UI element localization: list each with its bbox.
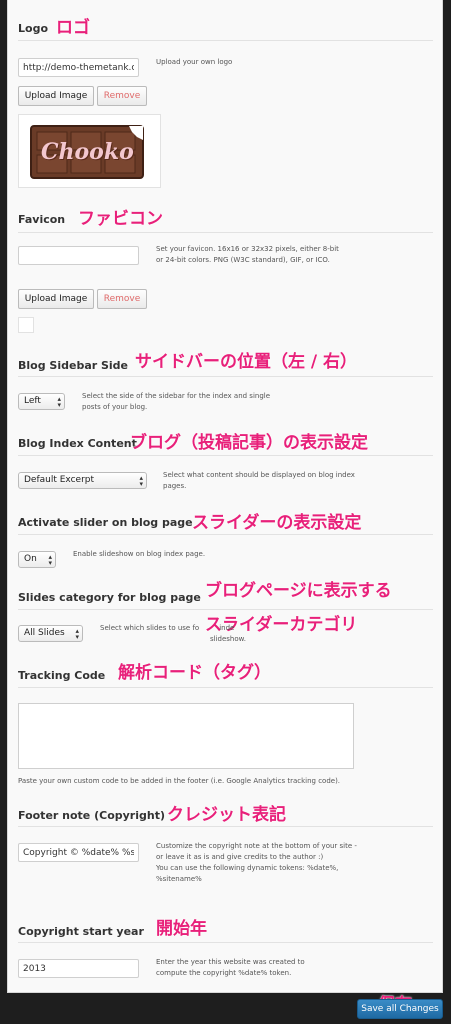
copyright-year-annotation: 開始年 xyxy=(156,919,207,939)
select-arrows-icon: ▴ ▾ xyxy=(48,553,52,567)
divider xyxy=(18,687,433,688)
select-arrows-icon: ▴ ▾ xyxy=(75,627,79,641)
slider-value: On xyxy=(24,554,37,564)
slider-select[interactable]: On ▴ ▾ xyxy=(18,551,56,568)
divider xyxy=(18,40,433,41)
copyright-year-input[interactable] xyxy=(18,959,139,978)
blog-index-select[interactable]: Default Excerpt ▴ ▾ xyxy=(18,472,147,489)
slides-category-description: Select which slides to use fo inde slidesh… xyxy=(100,624,246,643)
logo-image-text: Chooko xyxy=(41,139,134,165)
divider xyxy=(18,455,433,456)
slider-heading: Activate slider on blog page xyxy=(18,516,193,529)
tracking-annotation: 解析コード（タグ） xyxy=(118,663,271,683)
slides-category-annotation-line1: ブログページに表示する xyxy=(205,581,392,601)
divider xyxy=(18,609,433,610)
slider-description: Enable slideshow on blog index page. xyxy=(73,550,206,558)
slides-category-select[interactable]: All Slides ▴ ▾ xyxy=(18,625,83,642)
footer-note-input[interactable] xyxy=(18,843,139,862)
select-arrows-icon: ▴ ▾ xyxy=(139,474,143,488)
blog-index-annotation: ブログ（投稿記事）の表示設定 xyxy=(130,433,368,453)
divider xyxy=(18,826,433,827)
blog-sidebar-description: Select the side of the sidebar for the i… xyxy=(82,392,271,411)
slides-category-value: All Slides xyxy=(24,628,65,638)
divider xyxy=(18,232,433,233)
favicon-description: Set your favicon. 16x16 or 32x32 pixels,… xyxy=(156,245,339,264)
favicon-preview xyxy=(18,317,34,333)
favicon-input[interactable] xyxy=(18,246,139,265)
favicon-remove-button[interactable]: Remove xyxy=(97,289,147,309)
divider xyxy=(18,376,433,377)
blog-sidebar-select[interactable]: Left ▴ ▾ xyxy=(18,393,65,410)
favicon-heading: Favicon xyxy=(18,213,66,226)
favicon-annotation: ファビコン xyxy=(78,209,163,229)
blog-sidebar-annotation: サイドバーの位置（左 / 右） xyxy=(135,352,358,372)
divider xyxy=(18,942,433,943)
tracking-heading: Tracking Code xyxy=(18,669,106,682)
footer-note-annotation: クレジット表記 xyxy=(167,805,286,825)
blog-index-value: Default Excerpt xyxy=(24,475,95,485)
logo-preview: Chooko xyxy=(18,114,161,188)
blog-sidebar-value: Left xyxy=(24,396,41,406)
copyright-year-heading: Copyright start year xyxy=(18,925,144,938)
footer-note-description: Customize the copyright note at the bott… xyxy=(156,842,357,883)
footer-note-heading: Footer note (Copyright) xyxy=(18,809,165,822)
logo-heading: Logo xyxy=(18,22,48,35)
select-arrows-icon: ▴ ▾ xyxy=(57,395,61,409)
logo-upload-button[interactable]: Upload Image xyxy=(18,86,94,106)
slides-category-heading: Slides category for blog page xyxy=(18,591,201,604)
tracking-description: Paste your own custom code to be added i… xyxy=(18,777,341,785)
save-all-changes-button[interactable]: Save all Changes xyxy=(357,999,443,1019)
logo-annotation: ロゴ xyxy=(56,18,90,38)
slider-annotation: スライダーの表示設定 xyxy=(192,513,362,533)
divider xyxy=(18,534,433,535)
blog-index-heading: Blog Index Content xyxy=(18,437,137,450)
blog-sidebar-heading: Blog Sidebar Side xyxy=(18,359,129,372)
blog-index-description: Select what content should be displayed … xyxy=(163,471,355,490)
logo-remove-button[interactable]: Remove xyxy=(97,86,147,106)
logo-url-input[interactable] xyxy=(18,58,139,77)
tracking-code-textarea[interactable] xyxy=(18,703,354,769)
favicon-upload-button[interactable]: Upload Image xyxy=(18,289,94,309)
copyright-year-description: Enter the year this website was created … xyxy=(156,958,305,977)
logo-description: Upload your own logo xyxy=(156,58,233,66)
